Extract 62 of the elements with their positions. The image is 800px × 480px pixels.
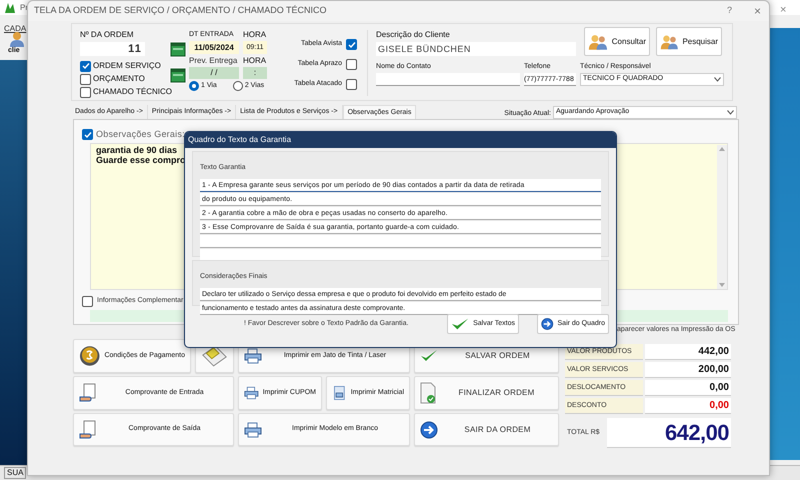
checkbox[interactable]	[346, 39, 358, 50]
search-client-button[interactable]: Consultar	[584, 27, 650, 56]
document-hand-icon	[79, 420, 97, 440]
forecast-date-label: Prev. Entrega	[189, 56, 238, 66]
calendar-icon[interactable]	[170, 67, 186, 83]
help-button[interactable]: ?	[726, 4, 732, 18]
radio-button[interactable]	[232, 81, 243, 92]
app-title: Pr	[20, 2, 28, 14]
grand-total-value: 642,00	[607, 418, 731, 448]
checkbox[interactable]	[80, 74, 91, 84]
person-icon[interactable]	[8, 31, 26, 47]
arrow-circle-icon	[420, 420, 438, 438]
forecast-hour-field[interactable]: :	[243, 67, 267, 79]
document-hand-icon	[79, 383, 97, 403]
close-button[interactable]: ×	[780, 2, 786, 18]
entry-date-field[interactable]: 11/05/2024	[189, 41, 239, 54]
calendar-icon[interactable]	[170, 41, 186, 57]
printer-icon	[244, 385, 259, 401]
total-value: 442,00	[645, 344, 731, 360]
printer-icon	[244, 348, 262, 364]
check-icon	[451, 317, 470, 331]
entry-hour-label: HORA	[243, 30, 267, 40]
checkbox-label: CHAMADO TÉCNICO	[93, 86, 172, 98]
checkbox[interactable]	[346, 59, 358, 70]
contact-field[interactable]	[376, 73, 520, 86]
window-title: TELA DA ORDEM DE SERVIÇO / ORÇAMENTO / CHAMADO TÉCNICO	[34, 4, 328, 18]
chevron-down-icon	[727, 110, 734, 115]
checkbox-label: ORDEM SERVIÇO	[93, 60, 161, 72]
total-value: 0,00	[645, 398, 731, 414]
status-bar-text: SUA	[4, 467, 26, 479]
checkbox-label: ORÇAMENTO	[93, 73, 145, 85]
forecast-hour-label: HORA	[243, 56, 267, 66]
search-client-button[interactable]: Pesquisar	[656, 27, 722, 56]
menu-item[interactable]: CADA	[4, 24, 26, 33]
checkbox[interactable]	[80, 86, 91, 98]
order-number-field[interactable]: 11	[80, 42, 145, 56]
checkbox[interactable]	[346, 79, 358, 90]
checkbox[interactable]	[80, 60, 91, 72]
order-number-label: Nº DA ORDEM	[80, 30, 135, 40]
close-button[interactable]: ×	[754, 2, 761, 20]
client-description-label: Descrição do Cliente	[376, 30, 451, 40]
checkbox[interactable]	[82, 129, 93, 140]
observation-line: Guarde esse compro	[96, 154, 187, 164]
document-check-icon	[420, 382, 436, 404]
dialog-title: Quadro do Texto da Garantia	[188, 134, 292, 146]
total-value: 200,00	[645, 362, 731, 378]
arrow-circle-icon	[541, 315, 554, 333]
coin-icon	[79, 345, 100, 367]
observations-label: Observações Gerais:	[96, 128, 185, 141]
forecast-date-field[interactable]: / /	[189, 67, 239, 79]
warranty-line-field[interactable]	[200, 235, 601, 248]
chevron-down-icon	[714, 77, 722, 82]
total-value: 0,00	[645, 380, 731, 396]
printer-icon	[244, 422, 262, 438]
action-button[interactable]: FINALIZAR ORDEM	[414, 376, 559, 410]
client-description-field[interactable]: GISELE BÜNDCHEN	[376, 42, 576, 56]
observation-line: garantia de 90 dias	[96, 144, 178, 154]
action-button[interactable]: SAIR DA ORDEM	[414, 413, 559, 446]
app-logo-icon	[4, 2, 16, 14]
document-printer-icon	[332, 384, 347, 402]
radio-button[interactable]	[189, 81, 199, 92]
checkbox[interactable]	[82, 296, 93, 306]
